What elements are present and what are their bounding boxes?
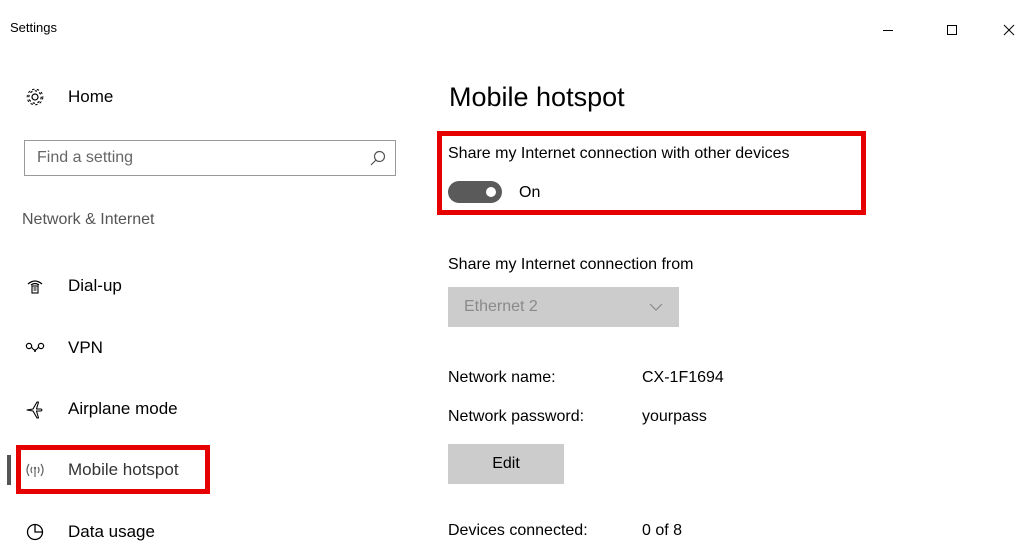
sidebar-item-airplane-mode[interactable]: Airplane mode	[0, 389, 410, 429]
maximize-icon	[947, 25, 957, 35]
sidebar-item-label: Data usage	[68, 522, 155, 541]
maximize-button[interactable]	[937, 17, 967, 43]
vpn-icon	[24, 337, 46, 359]
share-toggle[interactable]	[448, 181, 502, 203]
sidebar-item-label: Airplane mode	[68, 399, 178, 418]
sidebar-item-dialup[interactable]: Dial-up	[0, 266, 410, 306]
close-button[interactable]	[994, 17, 1024, 43]
sidebar-item-data-usage[interactable]: Data usage	[0, 512, 410, 552]
page-title: Mobile hotspot	[449, 82, 625, 112]
close-icon	[1003, 24, 1015, 36]
edit-button[interactable]: Edit	[448, 444, 564, 484]
toggle-highlight-box	[437, 131, 866, 215]
minimize-button[interactable]	[873, 17, 903, 43]
window-title: Settings	[10, 20, 57, 35]
sidebar-item-label: Mobile hotspot	[68, 460, 179, 479]
hotspot-icon	[24, 459, 46, 481]
share-from-label: Share my Internet connection from	[448, 256, 694, 273]
sidebar-item-label: Dial-up	[68, 276, 122, 295]
devices-connected-value: 0 of 8	[642, 522, 683, 539]
data-usage-icon	[24, 521, 46, 543]
gear-icon	[24, 86, 46, 108]
network-password-label: Network password:	[448, 408, 585, 425]
toggle-knob	[486, 187, 496, 197]
sidebar-item-vpn[interactable]: VPN	[0, 328, 410, 368]
share-from-dropdown[interactable]: Ethernet 2	[448, 287, 679, 327]
chevron-down-icon	[649, 303, 663, 311]
network-name-value: CX-1F1694	[642, 369, 724, 386]
network-password-value: yourpass	[642, 408, 707, 425]
share-toggle-label: Share my Internet connection with other …	[448, 145, 790, 162]
devices-connected-label: Devices connected:	[448, 522, 588, 539]
search-input[interactable]	[25, 141, 367, 175]
network-name-label: Network name:	[448, 369, 556, 386]
sidebar-item-label: VPN	[68, 338, 103, 357]
sidebar-home-label: Home	[68, 87, 114, 106]
share-toggle-state: On	[519, 184, 541, 201]
section-label: Network & Internet	[22, 211, 155, 228]
sidebar-home[interactable]: Home	[0, 77, 410, 117]
sidebar-item-mobile-hotspot[interactable]: Mobile hotspot	[0, 450, 410, 490]
dialup-icon	[24, 275, 46, 297]
search-box[interactable]	[24, 140, 396, 176]
minimize-icon	[883, 30, 893, 31]
airplane-icon	[24, 398, 46, 420]
share-from-value: Ethernet 2	[464, 298, 538, 315]
search-icon[interactable]	[369, 149, 387, 167]
